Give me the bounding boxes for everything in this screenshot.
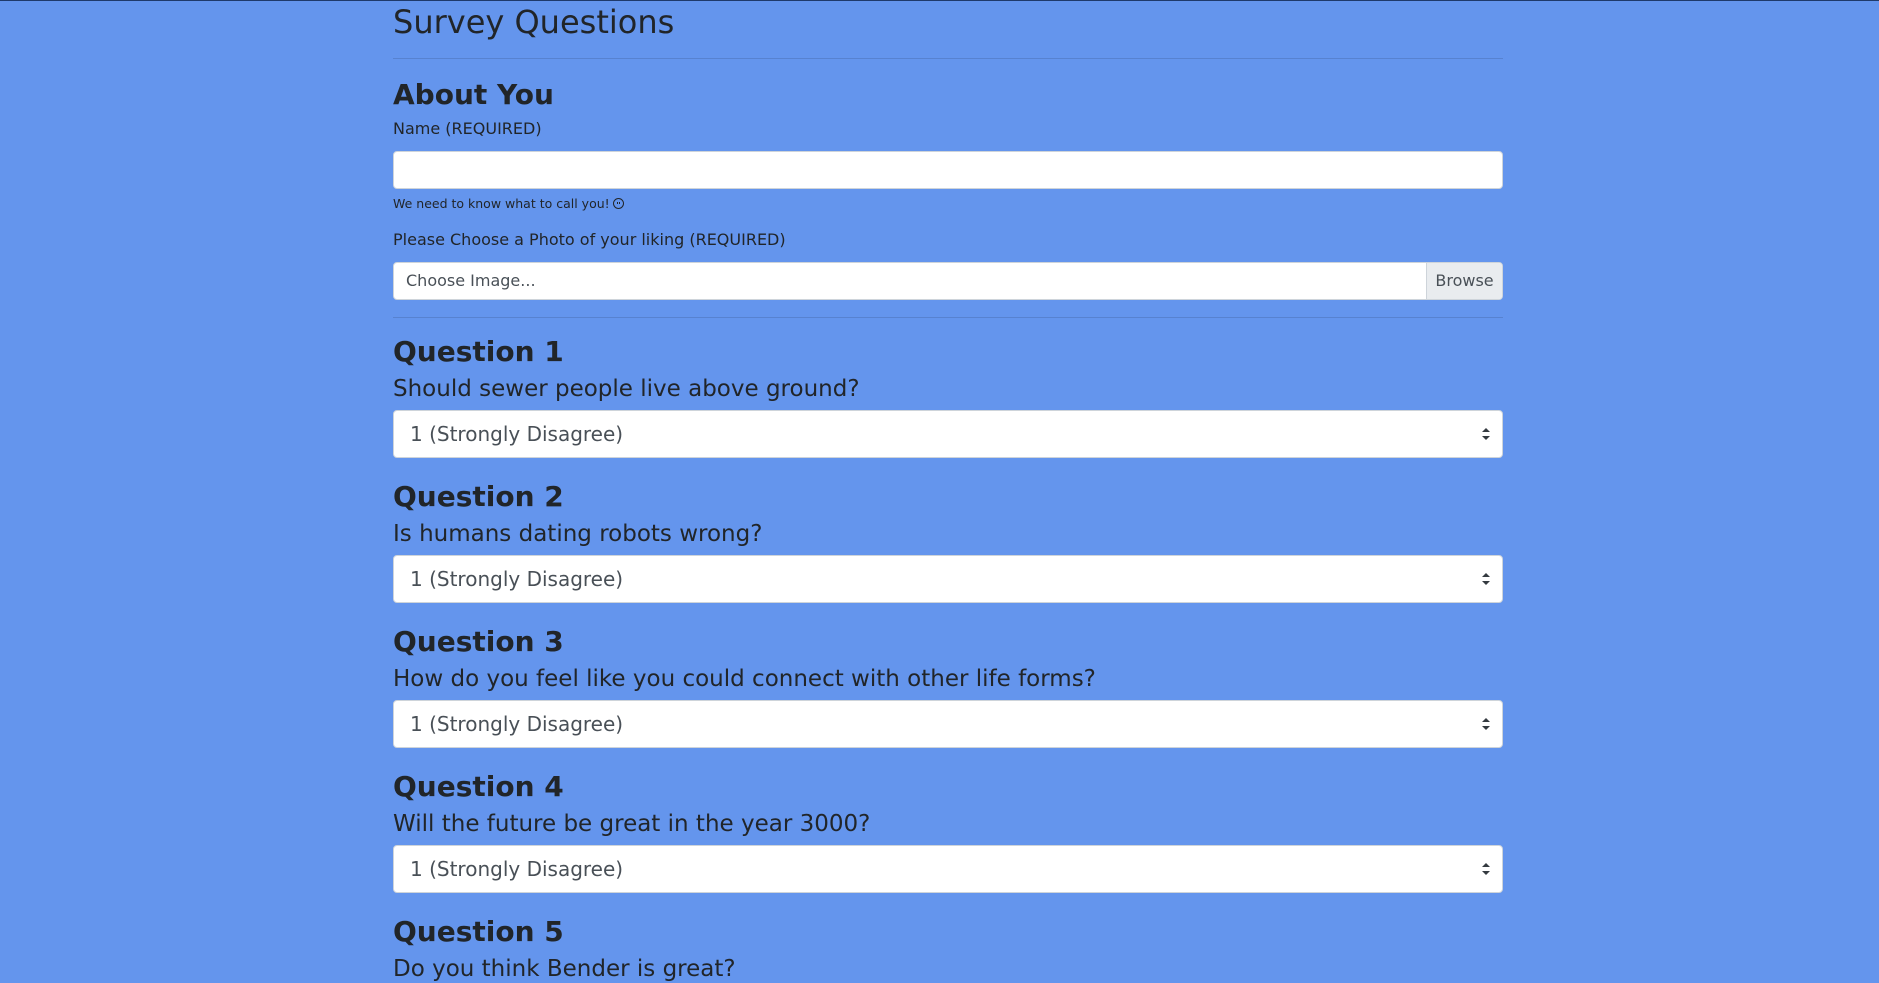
name-input[interactable] [393,151,1503,189]
answer-select[interactable]: 1 (Strongly Disagree) [393,700,1503,748]
photo-file-input[interactable]: Choose Image... Browse [393,262,1503,300]
answer-select-value: 1 (Strongly Disagree) [410,712,624,736]
photo-label: Please Choose a Photo of your liking (RE… [393,230,786,249]
question-block: Question 4 Will the future be great in t… [393,771,1503,893]
name-label: Name (REQUIRED) [393,119,542,138]
answer-select-value: 1 (Strongly Disagree) [410,422,624,446]
answer-select[interactable]: 1 (Strongly Disagree) [393,410,1503,458]
question-block: Question 5 Do you think Bender is great? [393,916,1503,983]
select-caret-icon [1482,863,1490,875]
question-block: Question 1 Should sewer people live abov… [393,336,1503,458]
answer-select-value: 1 (Strongly Disagree) [410,567,624,591]
question-title: Question 2 [393,480,564,513]
name-help-label: We need to know what to call you! [393,196,610,211]
divider [393,317,1503,318]
question-text: How do you feel like you could connect w… [393,666,1096,692]
answer-select-value: 1 (Strongly Disagree) [410,857,624,881]
browse-button[interactable]: Browse [1426,263,1502,299]
question-text: Should sewer people live above ground? [393,376,860,402]
divider [393,58,1503,59]
question-block: Question 2 Is humans dating robots wrong… [393,481,1503,603]
answer-select[interactable]: 1 (Strongly Disagree) [393,555,1503,603]
section-title-about-you: About You [393,78,554,111]
question-text: Do you think Bender is great? [393,956,736,982]
select-caret-icon [1482,573,1490,585]
question-title: Question 4 [393,770,564,803]
question-text: Is humans dating robots wrong? [393,521,763,547]
page-title: Survey Questions [393,3,675,41]
select-caret-icon [1482,428,1490,440]
question-title: Question 1 [393,335,564,368]
smiley-icon [612,198,624,209]
name-help-text: We need to know what to call you! [393,195,1503,213]
answer-select[interactable]: 1 (Strongly Disagree) [393,845,1503,893]
question-text: Will the future be great in the year 300… [393,811,871,837]
question-title: Question 5 [393,915,564,948]
photo-file-placeholder[interactable]: Choose Image... [394,263,1426,299]
select-caret-icon [1482,718,1490,730]
survey-form: Survey Questions About You Name (REQUIRE… [393,0,1503,983]
question-title: Question 3 [393,625,564,658]
question-block: Question 3 How do you feel like you coul… [393,626,1503,748]
